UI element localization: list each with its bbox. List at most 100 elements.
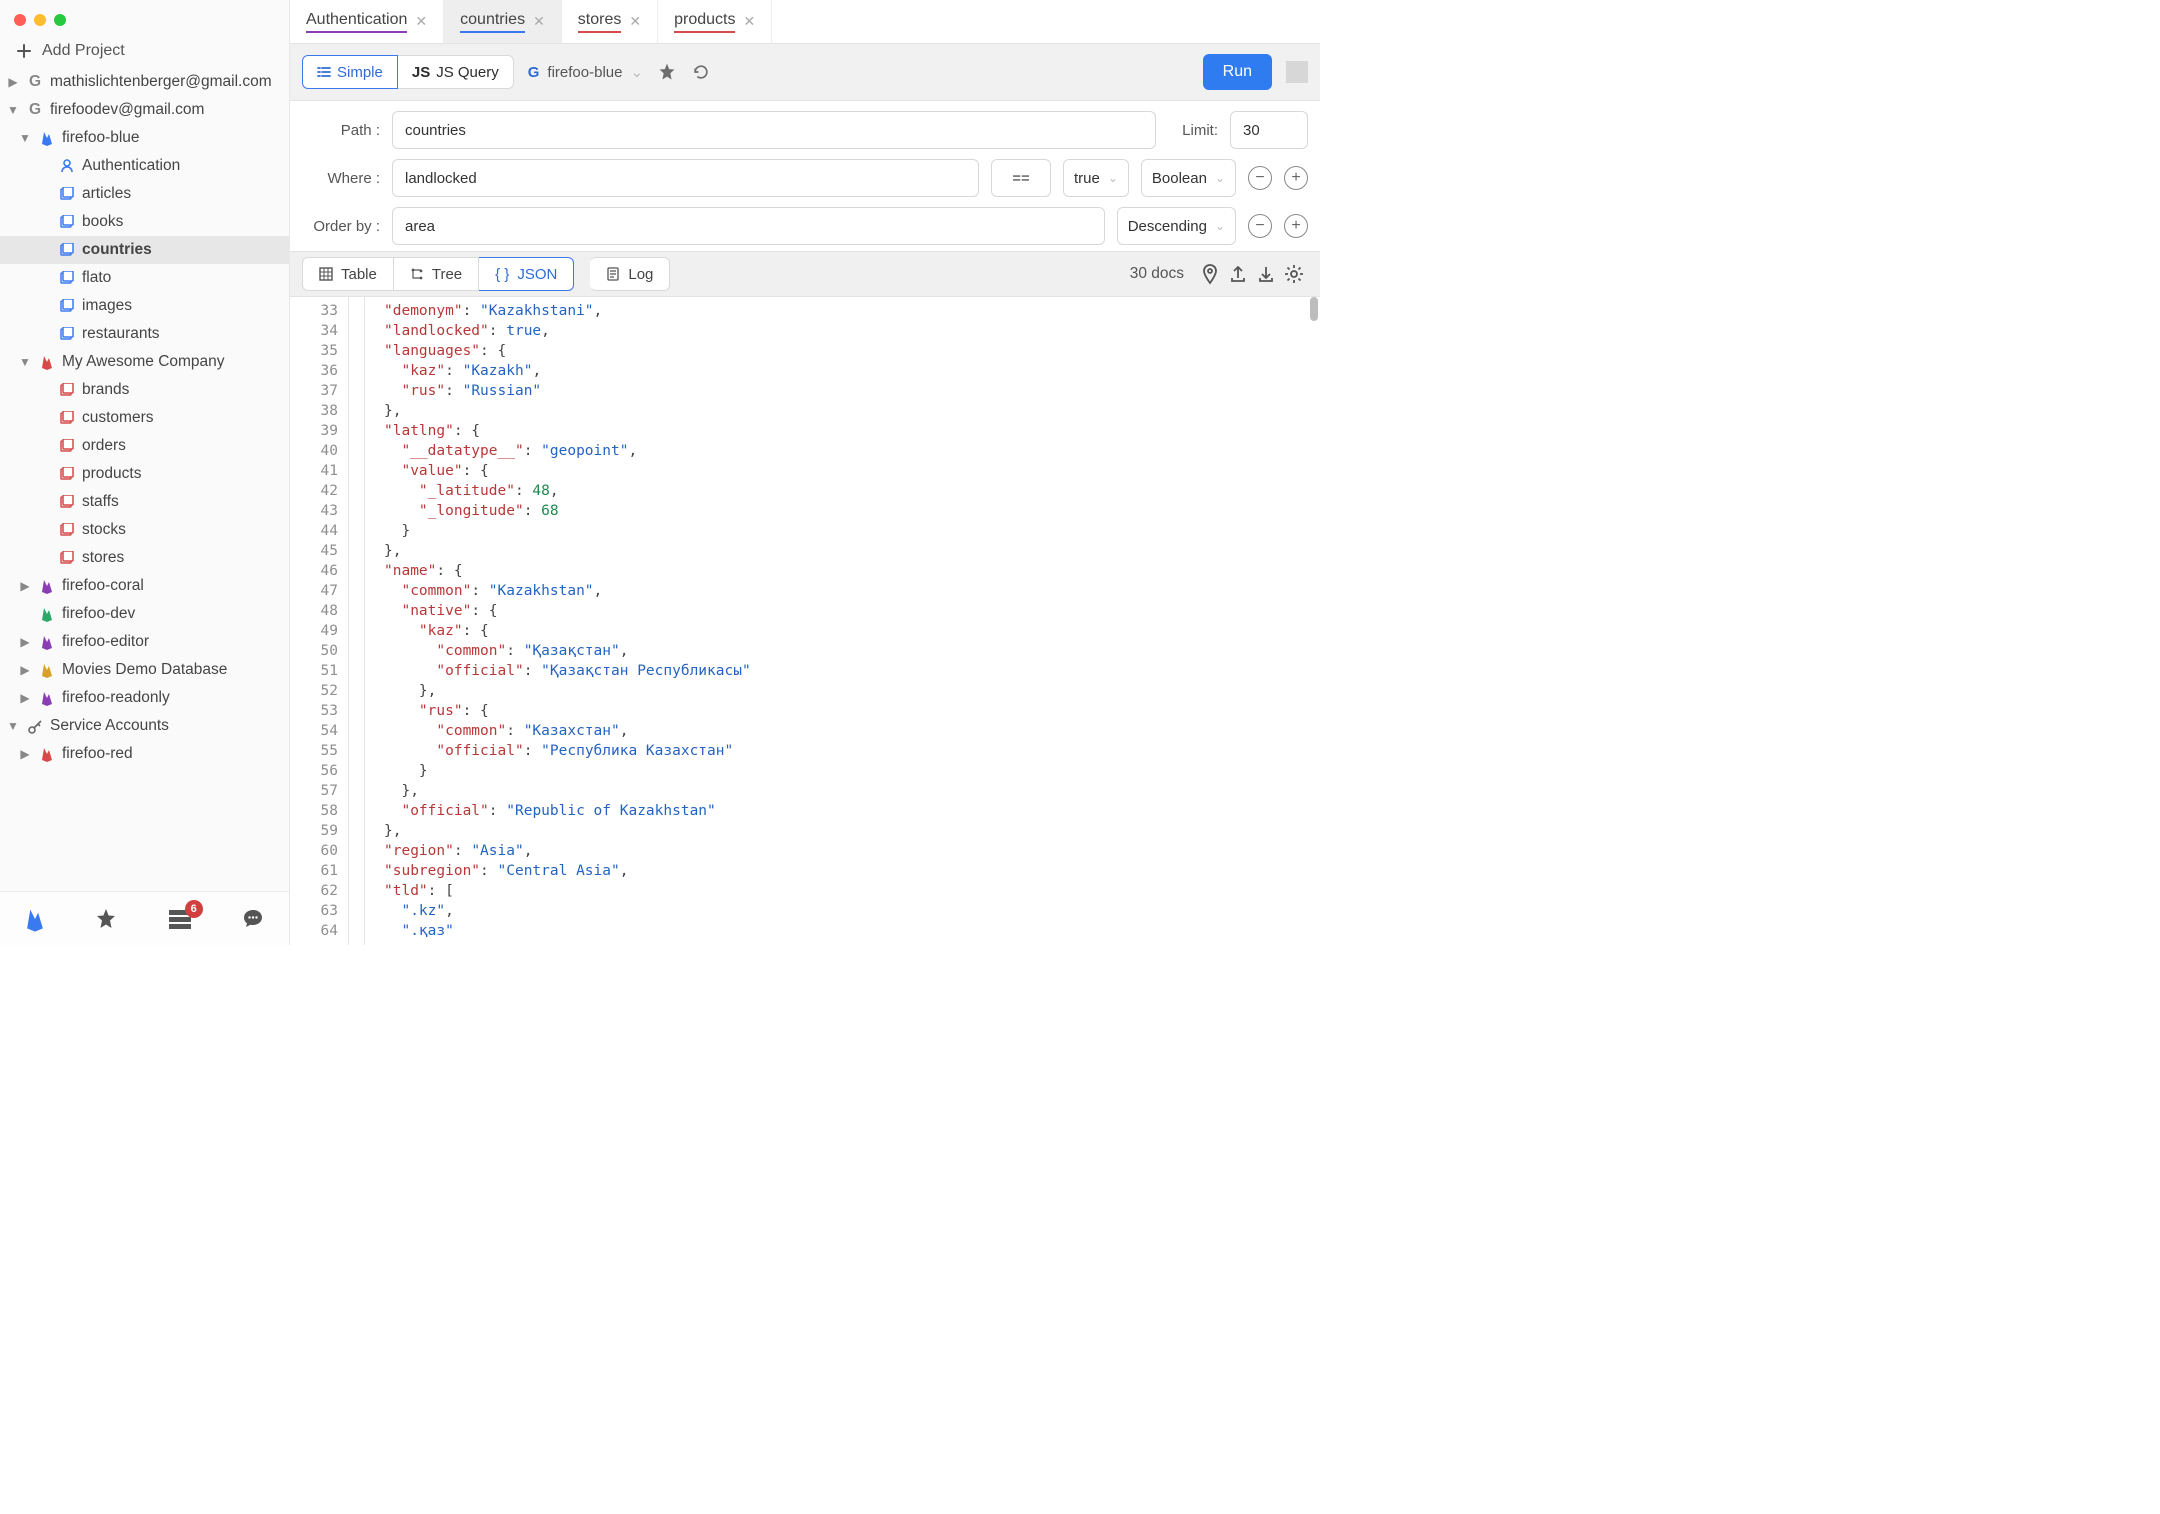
limit-input[interactable]	[1230, 111, 1308, 149]
service-accounts-row[interactable]: ▼ Service Accounts	[0, 712, 289, 740]
project-row[interactable]: ▶ firefoo-red	[0, 740, 289, 768]
caret-icon: ▶	[18, 663, 32, 677]
limit-label: Limit:	[1168, 122, 1218, 139]
undo-button[interactable]	[691, 62, 711, 82]
log-view-tab[interactable]: Log	[590, 257, 670, 291]
collection-row-restaurants[interactable]: restaurants	[0, 320, 289, 348]
firebase-footer-icon[interactable]	[24, 906, 46, 932]
close-tab-icon[interactable]: ✕	[743, 13, 755, 30]
orderby-direction-select[interactable]: Descending ⌄	[1117, 207, 1236, 245]
collection-row-stores[interactable]: stores	[0, 544, 289, 572]
export-icon[interactable]	[1228, 264, 1248, 284]
firebase-icon	[38, 634, 56, 650]
account-row[interactable]: ▶ G mathislichtenberger@gmail.com	[0, 68, 289, 96]
docs-count: 30 docs	[1130, 265, 1184, 283]
chevron-down-icon: ⌄	[1215, 171, 1225, 185]
firebase-icon	[38, 130, 56, 146]
project-row[interactable]: ▼ firefoo-blue	[0, 124, 289, 152]
project-row[interactable]: ▶ firefoo-editor	[0, 628, 289, 656]
sidebar: Add Project ▶ G mathislichtenberger@gmai…	[0, 0, 290, 945]
project-selector[interactable]: G firefoo-blue ⌄	[528, 63, 643, 81]
favorite-button[interactable]	[657, 62, 677, 82]
collection-row-brands[interactable]: brands	[0, 376, 289, 404]
json-view-tab[interactable]: { } JSON	[479, 257, 574, 291]
caret-icon: ▼	[6, 103, 20, 117]
where-operator-select[interactable]: ==	[991, 159, 1051, 197]
project-row[interactable]: ▶ firefoo-coral	[0, 572, 289, 600]
project-row[interactable]: ▶ Movies Demo Database	[0, 656, 289, 684]
indent-guides	[348, 297, 382, 945]
tab-label: Authentication	[306, 11, 407, 29]
tab-authentication[interactable]: Authentication ✕	[290, 0, 444, 43]
tab-label: stores	[578, 11, 622, 29]
view-label: Log	[628, 266, 653, 283]
collection-row-customers[interactable]: customers	[0, 404, 289, 432]
collection-icon	[58, 215, 76, 229]
database-footer-icon[interactable]: 6	[167, 908, 193, 930]
collection-icon	[58, 271, 76, 285]
simple-mode-label: Simple	[337, 64, 383, 81]
collection-label: stores	[82, 549, 124, 567]
collection-icon	[58, 467, 76, 481]
collection-icon	[58, 439, 76, 453]
where-value-select[interactable]: true ⌄	[1063, 159, 1129, 197]
collection-row-flato[interactable]: flato	[0, 264, 289, 292]
json-code-pane[interactable]: 3334353637383940414243444546474849505152…	[290, 297, 1320, 945]
minimize-window-button[interactable]	[34, 14, 46, 26]
orderby-field-input[interactable]	[392, 207, 1105, 245]
notification-badge: 6	[185, 900, 203, 918]
add-orderby-button[interactable]: +	[1284, 214, 1308, 238]
tab-countries[interactable]: countries ✕	[444, 0, 562, 43]
tab-stores[interactable]: stores ✕	[562, 0, 658, 43]
google-icon: G	[26, 101, 44, 119]
collection-row-stocks[interactable]: stocks	[0, 516, 289, 544]
project-row[interactable]: ▶ firefoo-dev	[0, 600, 289, 628]
tab-products[interactable]: products ✕	[658, 0, 772, 43]
collection-row-images[interactable]: images	[0, 292, 289, 320]
path-input[interactable]	[392, 111, 1156, 149]
collection-row-books[interactable]: books	[0, 208, 289, 236]
remove-orderby-button[interactable]: −	[1248, 214, 1272, 238]
close-tab-icon[interactable]: ✕	[415, 13, 427, 30]
gear-icon[interactable]	[1284, 264, 1304, 284]
query-mode-segmented: Simple JS JS Query	[302, 55, 514, 89]
layout-toggle-icon[interactable]	[1286, 61, 1308, 83]
remove-where-button[interactable]: −	[1248, 166, 1272, 190]
tree-view-tab[interactable]: Tree	[394, 257, 479, 291]
collection-row-products[interactable]: products	[0, 460, 289, 488]
close-window-button[interactable]	[14, 14, 26, 26]
project-row[interactable]: ▼ My Awesome Company	[0, 348, 289, 376]
service-accounts-label: Service Accounts	[50, 717, 169, 735]
star-footer-icon[interactable]	[94, 907, 118, 931]
view-label: Table	[341, 266, 377, 283]
chat-footer-icon[interactable]	[241, 907, 265, 931]
map-pin-icon[interactable]	[1200, 263, 1220, 285]
table-view-tab[interactable]: Table	[302, 257, 394, 291]
add-where-button[interactable]: +	[1284, 166, 1308, 190]
collection-row-countries[interactable]: countries	[0, 236, 289, 264]
direction-value: Descending	[1128, 218, 1207, 235]
tab-bar: Authentication ✕ countries ✕ stores ✕	[290, 0, 1320, 44]
project-row[interactable]: ▶ firefoo-readonly	[0, 684, 289, 712]
collection-row-articles[interactable]: articles	[0, 180, 289, 208]
account-row[interactable]: ▼ G firefoodev@gmail.com	[0, 96, 289, 124]
collection-row-authentication[interactable]: Authentication	[0, 152, 289, 180]
import-icon[interactable]	[1256, 264, 1276, 284]
vertical-scrollbar[interactable]	[1310, 297, 1318, 321]
close-tab-icon[interactable]: ✕	[533, 13, 545, 30]
collection-icon	[58, 187, 76, 201]
collection-row-staffs[interactable]: staffs	[0, 488, 289, 516]
where-type-select[interactable]: Boolean ⌄	[1141, 159, 1236, 197]
google-icon: G	[26, 73, 44, 91]
run-button[interactable]: Run	[1203, 54, 1272, 90]
collection-row-orders[interactable]: orders	[0, 432, 289, 460]
firebase-icon	[38, 354, 56, 370]
jsquery-mode-button[interactable]: JS JS Query	[398, 55, 514, 89]
tab-label: countries	[460, 11, 525, 29]
close-tab-icon[interactable]: ✕	[629, 13, 641, 30]
where-field-input[interactable]	[392, 159, 979, 197]
collection-label: countries	[82, 241, 152, 259]
add-project-button[interactable]: Add Project	[0, 36, 289, 68]
simple-mode-button[interactable]: Simple	[302, 55, 398, 89]
maximize-window-button[interactable]	[54, 14, 66, 26]
